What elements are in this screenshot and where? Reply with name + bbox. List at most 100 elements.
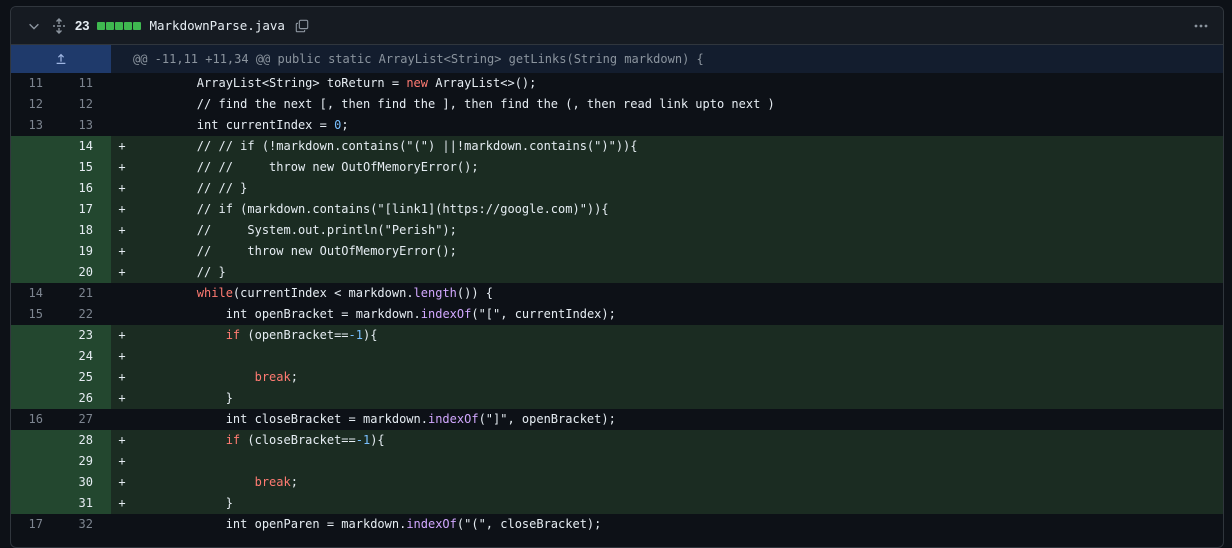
old-line-number[interactable] (11, 346, 61, 367)
diff-line-added: 26 + } (11, 388, 1223, 409)
diff-line-added: 25 + break; (11, 367, 1223, 388)
code-text: int openBracket = markdown.indexOf("[", … (139, 307, 616, 321)
diff-sign: + (118, 160, 126, 174)
old-line-number[interactable] (11, 451, 61, 472)
code-text: // // } (139, 181, 248, 195)
diff-line-added: 31 + } (11, 493, 1223, 514)
old-line-number[interactable] (11, 199, 61, 220)
diff-line-added: 30 + break; (11, 472, 1223, 493)
diffstat-block (133, 21, 142, 30)
new-line-number[interactable]: 16 (61, 178, 111, 199)
new-line-number[interactable]: 15 (61, 157, 111, 178)
diff-table: @@ -11,11 +11,34 @@ public static ArrayL… (11, 45, 1223, 535)
old-line-number[interactable]: 14 (11, 283, 61, 304)
old-line-number[interactable] (11, 157, 61, 178)
expand-up-icon[interactable] (11, 45, 111, 73)
old-line-number[interactable]: 12 (11, 94, 61, 115)
diff-line-context: 12 12 // find the next [, then find the ]… (11, 94, 1223, 115)
new-line-number[interactable]: 22 (61, 304, 111, 325)
old-line-number[interactable] (11, 388, 61, 409)
diff-sign: + (118, 202, 126, 216)
code-text: // throw new OutOfMemoryError(); (139, 244, 457, 258)
file-name-link[interactable]: MarkdownParse.java (149, 18, 284, 33)
diff-line-added: 28 + if (closeBracket==-1){ (11, 430, 1223, 451)
code-text: while(currentIndex < markdown.length()) … (196, 286, 494, 300)
new-line-number[interactable]: 20 (61, 262, 111, 283)
diff-line-context: 16 27 int closeBracket = markdown.indexOf… (11, 409, 1223, 430)
old-line-number[interactable] (11, 493, 61, 514)
old-line-number[interactable]: 13 (11, 115, 61, 136)
diff-sign: + (118, 139, 126, 153)
diff-sign: + (118, 454, 126, 468)
code-text: break; (254, 370, 298, 384)
old-line-number[interactable]: 17 (11, 514, 61, 535)
new-line-number[interactable]: 24 (61, 346, 111, 367)
new-line-number[interactable]: 23 (61, 325, 111, 346)
chevron-down-icon[interactable] (25, 17, 43, 35)
old-line-number[interactable] (11, 472, 61, 493)
diff-line-context: 13 13 int currentIndex = 0; (11, 115, 1223, 136)
new-line-number[interactable]: 19 (61, 241, 111, 262)
code-text: int currentIndex = 0; (139, 118, 349, 132)
code-text: if (closeBracket==-1){ (225, 433, 385, 447)
diff-line-context: 17 32 int openParen = markdown.indexOf("(… (11, 514, 1223, 535)
diff-sign (111, 115, 133, 136)
new-line-number[interactable]: 11 (61, 73, 111, 94)
code-text: } (139, 391, 233, 405)
new-line-number[interactable]: 28 (61, 430, 111, 451)
new-line-number[interactable]: 32 (61, 514, 111, 535)
code-text: int openParen = markdown.indexOf("(", cl… (139, 517, 602, 531)
diff-line-context: 15 22 int openBracket = markdown.indexOf(… (11, 304, 1223, 325)
file-header: 23 MarkdownParse.java (11, 7, 1223, 45)
new-line-number[interactable]: 13 (61, 115, 111, 136)
kebab-menu-icon[interactable] (1189, 14, 1213, 38)
new-line-number[interactable]: 12 (61, 94, 111, 115)
new-line-number[interactable]: 17 (61, 199, 111, 220)
old-line-number[interactable]: 11 (11, 73, 61, 94)
new-line-number[interactable]: 31 (61, 493, 111, 514)
diff-line-added: 23 + if (openBracket==-1){ (11, 325, 1223, 346)
code-text: // } (139, 265, 226, 279)
diff-sign (111, 304, 133, 325)
new-line-number[interactable]: 27 (61, 409, 111, 430)
old-line-number[interactable] (11, 178, 61, 199)
old-line-number[interactable] (11, 367, 61, 388)
diff-file: 23 MarkdownParse.java @@ -11,11 +11,34 @… (10, 6, 1224, 548)
diff-sign (111, 283, 133, 304)
expand-all-icon[interactable] (49, 16, 69, 36)
new-line-number[interactable]: 26 (61, 388, 111, 409)
code-text: // // if (!markdown.contains("(") ||!mar… (139, 139, 638, 153)
diffstat-block (124, 21, 133, 30)
new-line-number[interactable]: 30 (61, 472, 111, 493)
old-line-number[interactable]: 15 (11, 304, 61, 325)
new-line-number[interactable]: 18 (61, 220, 111, 241)
diff-line-added: 24 + (11, 346, 1223, 367)
old-line-number[interactable] (11, 262, 61, 283)
diff-sign (111, 94, 133, 115)
code-text: } (139, 496, 233, 510)
diffstat-block (106, 21, 115, 30)
old-line-number[interactable]: 16 (11, 409, 61, 430)
diff-sign (111, 409, 133, 430)
old-line-number[interactable] (11, 136, 61, 157)
code-text: // System.out.println("Perish"); (139, 223, 457, 237)
diff-line-added: 14 + // // if (!markdown.contains("(") ||… (11, 136, 1223, 157)
old-line-number[interactable] (11, 241, 61, 262)
diff-sign: + (118, 181, 126, 195)
new-line-number[interactable]: 14 (61, 136, 111, 157)
diff-sign: + (118, 223, 126, 237)
old-line-number[interactable] (11, 430, 61, 451)
new-line-number[interactable]: 25 (61, 367, 111, 388)
additions-count: 23 (75, 18, 90, 33)
diff-sign: + (118, 244, 126, 258)
old-line-number[interactable] (11, 220, 61, 241)
diffstat-block (97, 21, 106, 30)
old-line-number[interactable] (11, 325, 61, 346)
new-line-number[interactable]: 21 (61, 283, 111, 304)
new-line-number[interactable]: 29 (61, 451, 111, 472)
code-text: // // throw new OutOfMemoryError(); (139, 160, 479, 174)
copy-icon[interactable] (293, 17, 311, 35)
diff-lines: 11 11 ArrayList<String> toReturn = new Ar… (11, 73, 1223, 535)
diff-sign: + (118, 328, 126, 342)
